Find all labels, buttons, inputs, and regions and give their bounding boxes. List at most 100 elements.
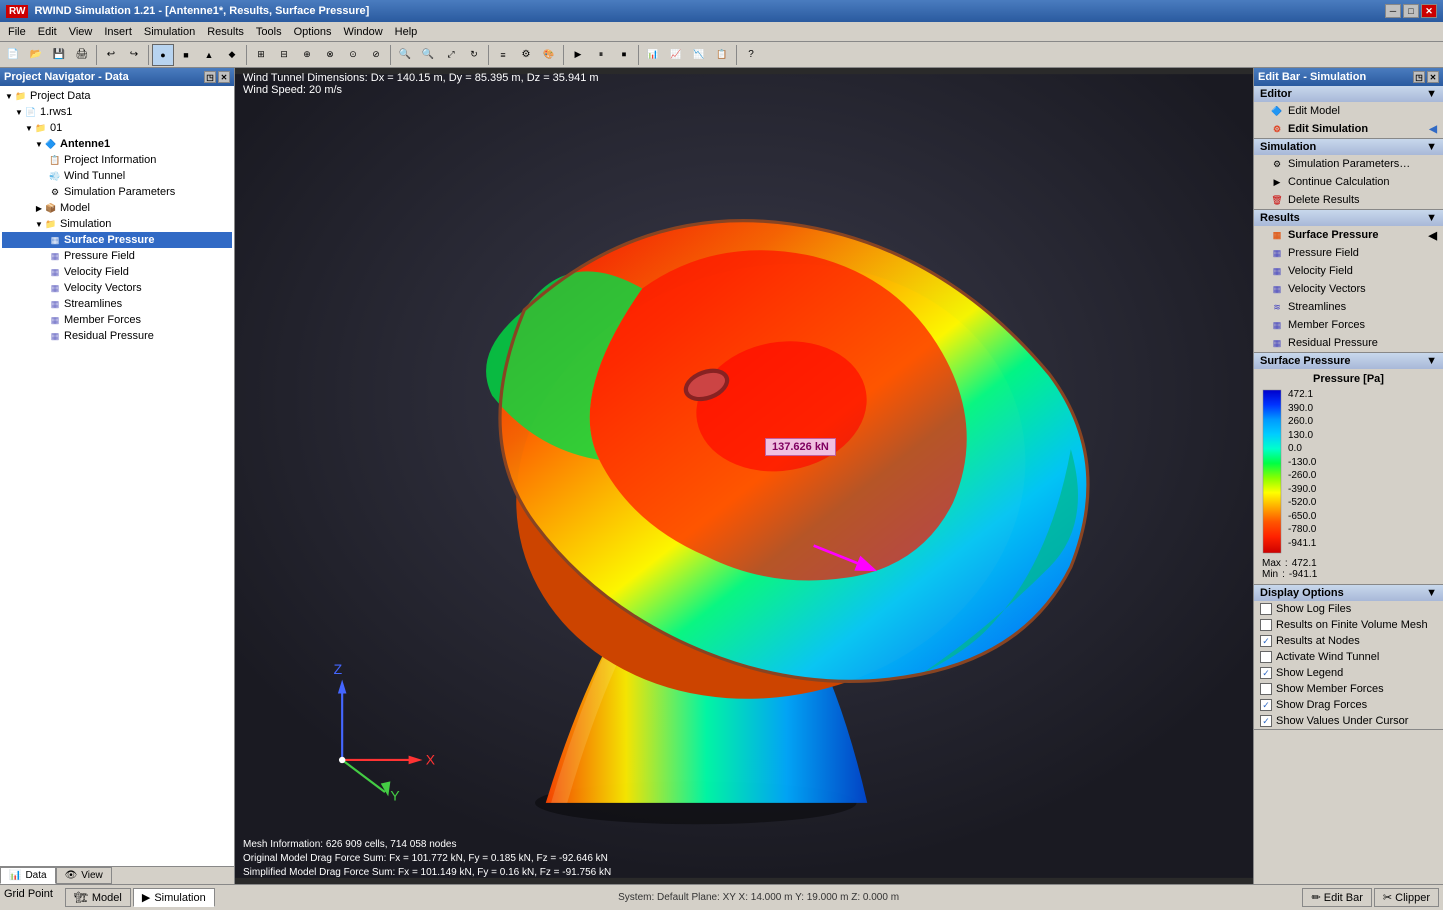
tree-folder01[interactable]: ▼ 📁 01 bbox=[2, 120, 232, 136]
viewport[interactable]: Wind Tunnel Dimensions: Dx = 140.15 m, D… bbox=[235, 68, 1253, 884]
expand-model[interactable]: ▶ bbox=[34, 203, 44, 213]
edit-bar-btn[interactable]: ✏ Edit Bar bbox=[1302, 888, 1371, 907]
edit-simulation-item[interactable]: ⚙ Edit Simulation ◀ bbox=[1254, 120, 1443, 138]
continue-calc-item[interactable]: ▶ Continue Calculation bbox=[1254, 173, 1443, 191]
menu-help[interactable]: Help bbox=[389, 25, 424, 39]
tree-velocity-vectors[interactable]: ▦ Velocity Vectors bbox=[2, 280, 232, 296]
menu-window[interactable]: Window bbox=[338, 25, 389, 39]
sp-collapse-icon[interactable]: ▼ bbox=[1426, 355, 1437, 367]
tree-velocity-field[interactable]: ▦ Velocity Field bbox=[2, 264, 232, 280]
collapse-icon[interactable]: ▼ bbox=[1426, 88, 1437, 100]
disp-show-log[interactable]: Show Log Files bbox=[1254, 601, 1443, 617]
tab-simulation-bottom[interactable]: ▶ Simulation bbox=[133, 888, 215, 907]
tree-surface-pressure[interactable]: ▦ Surface Pressure bbox=[2, 232, 232, 248]
tb-zoom-in[interactable]: 🔍 bbox=[394, 44, 416, 66]
tree-simulation[interactable]: ▼ 📁 Simulation bbox=[2, 216, 232, 232]
expand-folder01[interactable]: ▼ bbox=[24, 123, 34, 133]
tb-mode1[interactable]: ● bbox=[152, 44, 174, 66]
tb-mode4[interactable]: ◆ bbox=[221, 44, 243, 66]
expand-rws1[interactable]: ▼ bbox=[14, 107, 24, 117]
tb-save[interactable]: 💾 bbox=[48, 44, 70, 66]
tree-wind-tunnel[interactable]: 💨 Wind Tunnel bbox=[2, 168, 232, 184]
results-velocity-field[interactable]: ▦ Velocity Field bbox=[1254, 262, 1443, 280]
close-button[interactable]: ✕ bbox=[1421, 4, 1437, 18]
menu-results[interactable]: Results bbox=[201, 25, 250, 39]
tb-redo[interactable]: ↪ bbox=[123, 44, 145, 66]
tb-view3[interactable]: ⊕ bbox=[296, 44, 318, 66]
tree-streamlines[interactable]: ▦ Streamlines bbox=[2, 296, 232, 312]
menu-simulation[interactable]: Simulation bbox=[138, 25, 201, 39]
results-residual-pressure[interactable]: ▦ Residual Pressure bbox=[1254, 334, 1443, 352]
check-member-forces[interactable] bbox=[1260, 683, 1272, 695]
tb-zoom-out[interactable]: 🔍 bbox=[417, 44, 439, 66]
tb-view2[interactable]: ⊟ bbox=[273, 44, 295, 66]
tab-data[interactable]: 📊 Data bbox=[0, 867, 56, 884]
sim-params-item[interactable]: ⚙ Simulation Parameters… bbox=[1254, 155, 1443, 173]
check-results-nodes[interactable] bbox=[1260, 635, 1272, 647]
tree-member-forces[interactable]: ▦ Member Forces bbox=[2, 312, 232, 328]
tb-mode3[interactable]: ▲ bbox=[198, 44, 220, 66]
menu-file[interactable]: File bbox=[2, 25, 32, 39]
tb-print[interactable]: 🖨 bbox=[71, 44, 93, 66]
expand-simulation[interactable]: ▼ bbox=[34, 219, 44, 229]
scene-svg[interactable]: Z X Y bbox=[235, 68, 1253, 884]
menu-options[interactable]: Options bbox=[288, 25, 338, 39]
tb-sim2[interactable]: ⏸ bbox=[590, 44, 612, 66]
expand-antenne1[interactable]: ▼ bbox=[34, 139, 44, 149]
sim-collapse-icon[interactable]: ▼ bbox=[1426, 141, 1437, 153]
disp-drag-forces[interactable]: Show Drag Forces bbox=[1254, 697, 1443, 713]
results-streamlines[interactable]: ≋ Streamlines bbox=[1254, 298, 1443, 316]
edit-model-item[interactable]: 🔷 Edit Model bbox=[1254, 102, 1443, 120]
tb-help[interactable]: ? bbox=[740, 44, 762, 66]
results-collapse-icon[interactable]: ▼ bbox=[1426, 212, 1437, 224]
tree-project-data[interactable]: ▼ 📁 Project Data bbox=[2, 88, 232, 104]
tree-antenne1[interactable]: ▼ 🔷 Antenne1 bbox=[2, 136, 232, 152]
tb-new[interactable]: 📄 bbox=[2, 44, 24, 66]
check-show-legend[interactable] bbox=[1260, 667, 1272, 679]
menu-view[interactable]: View bbox=[63, 25, 99, 39]
check-values-cursor[interactable] bbox=[1260, 715, 1272, 727]
disp-show-legend[interactable]: Show Legend bbox=[1254, 665, 1443, 681]
check-finite-volume[interactable] bbox=[1260, 619, 1272, 631]
rp-close-btn[interactable]: ✕ bbox=[1427, 71, 1439, 83]
tree-residual-pressure[interactable]: ▦ Residual Pressure bbox=[2, 328, 232, 344]
tb-extra4[interactable]: 📋 bbox=[711, 44, 733, 66]
tb-sim1[interactable]: ▶ bbox=[567, 44, 589, 66]
check-drag-forces[interactable] bbox=[1260, 699, 1272, 711]
panel-close-btn[interactable]: ✕ bbox=[218, 71, 230, 83]
tab-view[interactable]: 👁 View bbox=[56, 867, 112, 884]
menu-insert[interactable]: Insert bbox=[98, 25, 138, 39]
tb-sim3[interactable]: ⏹ bbox=[613, 44, 635, 66]
tb-color[interactable]: 🎨 bbox=[538, 44, 560, 66]
disp-member-forces[interactable]: Show Member Forces bbox=[1254, 681, 1443, 697]
results-pressure-field[interactable]: ▦ Pressure Field bbox=[1254, 244, 1443, 262]
check-show-log[interactable] bbox=[1260, 603, 1272, 615]
disp-wind-tunnel[interactable]: Activate Wind Tunnel bbox=[1254, 649, 1443, 665]
tb-view4[interactable]: ⊗ bbox=[319, 44, 341, 66]
title-bar-right[interactable]: ─ □ ✕ bbox=[1385, 4, 1437, 18]
results-velocity-vectors[interactable]: ▦ Velocity Vectors bbox=[1254, 280, 1443, 298]
tb-view6[interactable]: ⊘ bbox=[365, 44, 387, 66]
tb-extra2[interactable]: 📈 bbox=[665, 44, 687, 66]
menu-edit[interactable]: Edit bbox=[32, 25, 63, 39]
results-member-forces[interactable]: ▦ Member Forces bbox=[1254, 316, 1443, 334]
disp-values-cursor[interactable]: Show Values Under Cursor bbox=[1254, 713, 1443, 729]
disp-results-nodes[interactable]: Results at Nodes bbox=[1254, 633, 1443, 649]
tb-layers[interactable]: ≡ bbox=[492, 44, 514, 66]
tree-project-info[interactable]: 📋 Project Information bbox=[2, 152, 232, 168]
maximize-button[interactable]: □ bbox=[1403, 4, 1419, 18]
minimize-button[interactable]: ─ bbox=[1385, 4, 1401, 18]
tree-rws1[interactable]: ▼ 📄 1.rws1 bbox=[2, 104, 232, 120]
expand-project-data[interactable]: ▼ bbox=[4, 91, 14, 101]
clipper-btn[interactable]: ✂ Clipper bbox=[1374, 888, 1439, 907]
disp-finite-volume[interactable]: Results on Finite Volume Mesh bbox=[1254, 617, 1443, 633]
tree-pressure-field[interactable]: ▦ Pressure Field bbox=[2, 248, 232, 264]
tb-undo[interactable]: ↩ bbox=[100, 44, 122, 66]
tree-model[interactable]: ▶ 📦 Model bbox=[2, 200, 232, 216]
panel-float-btn[interactable]: ◳ bbox=[204, 71, 216, 83]
tb-rotate[interactable]: ↻ bbox=[463, 44, 485, 66]
tb-zoom-fit[interactable]: ⤢ bbox=[440, 44, 462, 66]
results-surface-pressure[interactable]: ▦ Surface Pressure ◀ bbox=[1254, 226, 1443, 244]
menu-tools[interactable]: Tools bbox=[250, 25, 288, 39]
delete-results-item[interactable]: 🗑 Delete Results bbox=[1254, 191, 1443, 209]
